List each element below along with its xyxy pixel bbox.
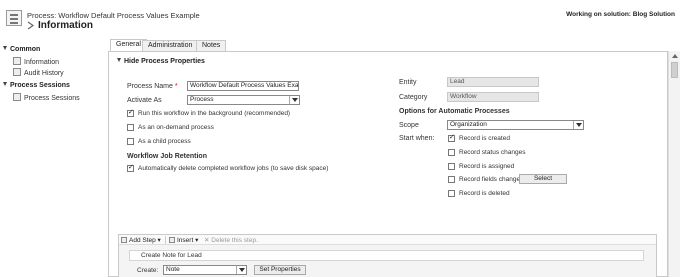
section-title: Hide Process Properties [124, 58, 205, 65]
nav-group-process-sessions[interactable]: Process Sessions [3, 82, 70, 89]
process-name-field[interactable]: Workflow Default Process Values Examp [187, 81, 299, 91]
collapse-icon [3, 82, 7, 86]
nav-group-common[interactable]: Common [3, 46, 40, 53]
retention-heading: Workflow Job Retention [127, 153, 207, 160]
step-description-text: Create Note for Lead [141, 252, 202, 259]
information-icon [13, 57, 21, 65]
tab-notes[interactable]: Notes [196, 40, 227, 51]
nav-item-label: Audit History [24, 70, 64, 77]
page-title: Information [38, 20, 93, 31]
toolbar-divider [165, 236, 166, 244]
trigger-assigned-label: Record is assigned [459, 163, 515, 170]
scroll-up-icon[interactable] [672, 54, 678, 58]
options-heading: Options for Automatic Processes [399, 108, 510, 115]
add-step-icon [121, 237, 127, 243]
trigger-created-label: Record is created [459, 135, 510, 142]
process-sessions-icon [13, 93, 21, 101]
insert-button[interactable]: Insert ▾ [169, 236, 198, 244]
create-label: Create: [137, 267, 159, 274]
process-name-label: Process Name * [127, 83, 178, 90]
solution-label: Working on solution: Blog Solution [566, 11, 675, 18]
chevron-icon [27, 21, 35, 30]
scroll-thumb[interactable] [671, 62, 678, 78]
audit-history-icon [13, 68, 21, 76]
vertical-scrollbar[interactable] [668, 51, 680, 277]
run-background-checkbox[interactable] [127, 108, 134, 117]
nav-item-process-sessions[interactable]: Process Sessions [13, 93, 80, 102]
insert-label: Insert [177, 237, 194, 244]
trigger-status-checkbox[interactable] [448, 149, 455, 156]
activate-as-label: Activate As [127, 97, 162, 104]
trigger-deleted-checkbox[interactable] [448, 190, 455, 197]
activate-as-value: Process [190, 96, 214, 103]
child-process-checkbox[interactable] [127, 138, 134, 145]
step-description-field[interactable] [129, 250, 644, 261]
main-panel: General Administration Notes Hide Proces… [108, 38, 680, 277]
trigger-status-label: Record status changes [459, 149, 526, 156]
process-icon [6, 10, 22, 26]
delete-step-button[interactable]: ✕ Delete this step. [204, 236, 258, 244]
child-process-label: As a child process [138, 138, 191, 145]
chevron-down-icon [289, 96, 299, 104]
required-marker: * [174, 83, 178, 90]
trigger-deleted-label: Record is deleted [459, 190, 510, 197]
insert-icon [169, 237, 175, 243]
entity-field: Lead [447, 77, 539, 87]
start-when-label: Start when: [399, 135, 435, 142]
tab-administration[interactable]: Administration [142, 40, 199, 51]
set-properties-button[interactable]: Set Properties [254, 265, 306, 275]
add-step-button[interactable]: Add Step ▾ [121, 236, 161, 244]
nav-item-label: Information [24, 59, 60, 66]
scope-label: Scope [399, 122, 419, 129]
create-entity-select[interactable]: Note [163, 265, 247, 275]
auto-delete-checkbox[interactable] [127, 163, 134, 172]
category-label: Category [399, 94, 428, 101]
auto-delete-label: Automatically delete completed workflow … [138, 165, 329, 172]
nav-group-label: Common [10, 46, 41, 53]
add-step-label: Add Step [129, 237, 156, 244]
page-header: Process: Workflow Default Process Values… [0, 0, 680, 35]
trigger-assigned-checkbox[interactable] [448, 163, 455, 170]
activate-as-select[interactable]: Process [187, 95, 300, 105]
step-toolbar: Add Step ▾ Insert ▾ ✕ Delete this step. [119, 235, 656, 245]
scope-select[interactable]: Organization [447, 120, 584, 130]
trigger-fields-label: Record fields change [459, 176, 521, 183]
chevron-down-icon [236, 266, 246, 274]
scope-value: Organization [450, 121, 487, 128]
delete-icon: ✕ [204, 237, 210, 244]
on-demand-label: As an on-demand process [138, 124, 214, 131]
step-editor: Add Step ▾ Insert ▾ ✕ Delete this step. … [118, 234, 657, 277]
nav-item-audit-history[interactable]: Audit History [13, 68, 64, 77]
collapse-icon [3, 46, 7, 50]
entity-label: Entity [399, 79, 417, 86]
process-name-label-text: Process Name [127, 83, 173, 90]
nav-item-information[interactable]: Information [13, 57, 59, 66]
run-background-label: Run this workflow in the background (rec… [138, 110, 291, 117]
chevron-down-icon [573, 121, 583, 129]
delete-step-label: Delete this step. [211, 237, 258, 244]
on-demand-checkbox[interactable] [127, 124, 134, 131]
category-field: Workflow [447, 92, 539, 102]
trigger-created-checkbox[interactable] [448, 133, 455, 142]
nav-item-label: Process Sessions [24, 95, 80, 102]
page-subtitle: Process: Workflow Default Process Values… [27, 11, 200, 20]
nav-group-label: Process Sessions [10, 82, 70, 89]
section-toggle[interactable]: Hide Process Properties [117, 58, 205, 65]
select-fields-button[interactable]: Select [519, 174, 567, 184]
left-nav: Common Information Audit History Process… [0, 38, 104, 277]
create-entity-value: Note [166, 266, 180, 273]
collapse-icon [117, 58, 121, 62]
trigger-fields-checkbox[interactable] [448, 176, 455, 183]
form-area: Hide Process Properties Process Name * W… [108, 51, 668, 277]
